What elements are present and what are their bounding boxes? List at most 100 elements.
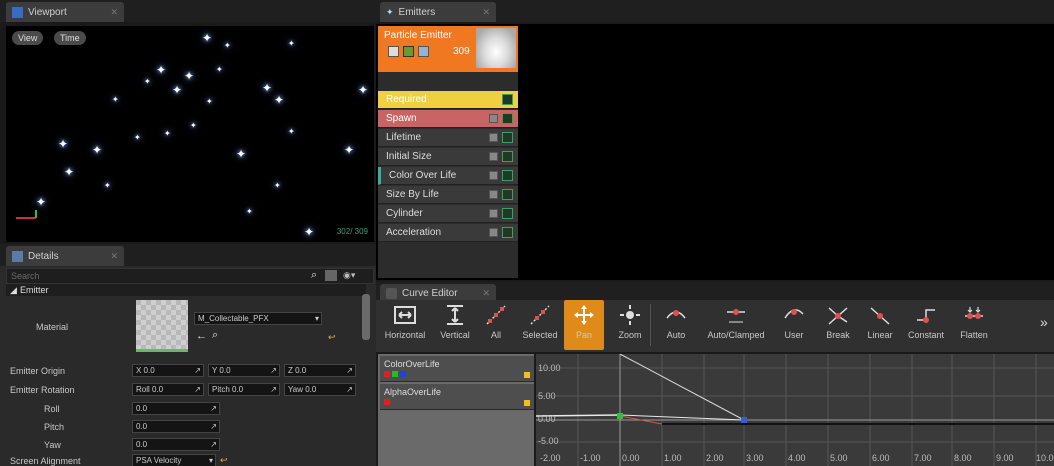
module-spawn[interactable]: Spawn <box>378 110 518 128</box>
particle: ✦ <box>262 81 273 95</box>
time-button[interactable]: Time <box>54 31 86 45</box>
close-icon[interactable]: ✕ <box>482 7 490 18</box>
origin-z-field[interactable]: Z 0.0 ↗ <box>284 364 356 377</box>
curve-item-alpha-over-life[interactable]: AlphaOverLife <box>380 384 534 410</box>
close-icon[interactable]: ✕ <box>482 288 490 299</box>
channel-green-icon[interactable] <box>392 371 398 377</box>
pitch-field[interactable]: 0.0 ↗ <box>132 420 220 433</box>
module-lifetime[interactable]: Lifetime <box>378 129 518 147</box>
curve-toggle-icon[interactable] <box>502 189 513 200</box>
enable-checkbox[interactable] <box>489 228 498 237</box>
origin-x-field[interactable]: X 0.0 ↗ <box>132 364 204 377</box>
particle: ✦ <box>216 65 223 74</box>
tab-details[interactable]: Details ✕ <box>6 246 124 266</box>
yaw-field[interactable]: 0.0 ↗ <box>132 438 220 451</box>
enable-checkbox[interactable] <box>489 171 498 180</box>
module-initial-size[interactable]: Initial Size <box>378 148 518 166</box>
visibility-icon[interactable]: ◉▾ <box>343 270 355 281</box>
origin-y-value: Y 0.0 <box>212 366 231 375</box>
curve-toggle-icon[interactable] <box>502 227 513 238</box>
flatten-icon <box>965 307 983 319</box>
search-input[interactable]: Search ⌕ ◉▾ <box>6 268 374 284</box>
fit-horizontal-button[interactable]: Horizontal <box>383 300 427 350</box>
tab-viewport[interactable]: Viewport ✕ <box>6 2 124 22</box>
curve-toggle-icon[interactable] <box>502 94 513 105</box>
module-acceleration[interactable]: Acceleration <box>378 224 518 242</box>
channel-red-icon[interactable] <box>384 371 390 377</box>
search-icon[interactable]: ⌕ <box>311 269 317 282</box>
curve-toggle-icon[interactable] <box>502 132 513 143</box>
constant-interp-button[interactable]: Constant <box>904 300 948 350</box>
curve-toggle-icon[interactable] <box>524 372 530 378</box>
tool-label: Constant <box>907 330 945 340</box>
tool-label: Pan <box>575 330 592 340</box>
close-icon[interactable]: ✕ <box>110 251 118 262</box>
reset-icon[interactable]: ↩ <box>328 332 336 343</box>
material-dropdown[interactable]: M_Collectable_PFX ▾ <box>194 312 322 325</box>
tab-emitters[interactable]: ✦ Emitters ✕ <box>380 2 496 22</box>
linear-interp-button[interactable]: Linear <box>858 300 902 350</box>
particle: ✦ <box>134 133 141 142</box>
enable-checkbox[interactable] <box>489 133 498 142</box>
origin-y-field[interactable]: Y 0.0 ↗ <box>208 364 280 377</box>
render-mode-icon[interactable] <box>418 46 429 57</box>
fit-selected-button[interactable]: Selected <box>518 300 562 350</box>
emitter-header[interactable]: Particle Emitter 309 <box>378 26 518 72</box>
user-tangent-button[interactable]: User <box>772 300 816 350</box>
module-color-over-life[interactable]: Color Over Life <box>378 167 518 185</box>
enable-checkbox[interactable] <box>489 209 498 218</box>
fit-vertical-button[interactable]: Vertical <box>433 300 477 350</box>
pan-mode-button[interactable]: Pan <box>564 300 604 350</box>
module-size-by-life[interactable]: Size By Life <box>378 186 518 204</box>
rotation-roll-field[interactable]: Roll 0.0 ↗ <box>132 383 204 396</box>
reset-icon[interactable]: ↩ <box>220 455 228 466</box>
tool-label: Auto <box>666 330 686 340</box>
auto-tangent-button[interactable]: Auto <box>654 300 698 350</box>
material-thumbnail[interactable] <box>136 300 188 352</box>
module-cylinder[interactable]: Cylinder <box>378 205 518 223</box>
use-selected-icon[interactable]: ← <box>196 330 207 342</box>
enable-checkbox[interactable] <box>489 152 498 161</box>
enable-checkbox[interactable] <box>489 114 498 123</box>
view-button[interactable]: View <box>12 31 44 45</box>
solo-icon[interactable] <box>403 46 414 57</box>
curve-toggle-icon[interactable] <box>502 113 513 124</box>
zoom-mode-button[interactable]: Zoom <box>608 300 652 350</box>
channel-blue-icon[interactable] <box>400 371 406 377</box>
curve-toggle-icon[interactable] <box>502 208 513 219</box>
close-icon[interactable]: ✕ <box>110 7 118 18</box>
curve-item-color-over-life[interactable]: ColorOverLife <box>380 356 534 382</box>
module-required[interactable]: Required <box>378 91 518 109</box>
emitters-tabbar: ✦ Emitters ✕ <box>376 0 1054 22</box>
details-scrollbar[interactable] <box>362 294 370 340</box>
x-tick-label: 8.00 <box>954 453 972 463</box>
rotation-pitch-field[interactable]: Pitch 0.0 ↗ <box>208 383 280 396</box>
enable-checkbox[interactable] <box>388 46 399 57</box>
module-label: Lifetime <box>386 132 422 143</box>
curve-toggle-icon[interactable] <box>524 400 530 406</box>
axis-gizmo-icon <box>16 210 37 219</box>
emitter-thumbnail <box>476 28 516 68</box>
enable-checkbox[interactable] <box>489 190 498 199</box>
emitter-origin-label: Emitter Origin <box>10 366 66 376</box>
curve-toggle-icon[interactable] <box>502 151 513 162</box>
tool-label: Zoom <box>618 330 642 340</box>
view-options-icon[interactable] <box>325 270 337 281</box>
rotation-yaw-field[interactable]: Yaw 0.0 ↗ <box>284 383 356 396</box>
particle: ✦ <box>64 165 75 179</box>
curve-graph[interactable]: 10.00 5.00 0.00 -5.00 -2.00 -1.00 0.00 1… <box>536 354 1054 466</box>
fit-all-button[interactable]: All <box>474 300 518 350</box>
screen-alignment-dropdown[interactable]: PSA Velocity ▾ <box>132 454 216 466</box>
curve-toggle-icon[interactable] <box>502 170 513 181</box>
toolbar-overflow-icon[interactable]: » <box>1040 314 1048 330</box>
channel-red-icon[interactable] <box>384 399 390 405</box>
roll-field[interactable]: 0.0 ↗ <box>132 402 220 415</box>
browse-icon[interactable]: ⌕ <box>212 329 218 342</box>
section-header-emitter[interactable]: ◢ Emitter <box>6 284 366 296</box>
break-tangent-button[interactable]: Break <box>816 300 860 350</box>
curve-label: AlphaOverLife <box>384 387 442 397</box>
viewport-canvas[interactable]: View Time ✦ ✦ ✦ ✦ ✦ ✦ ✦ ✦ ✦ ✦ ✦ ✦ ✦ ✦ ✦ … <box>6 26 374 242</box>
auto-clamped-button[interactable]: Auto/Clamped <box>702 300 770 350</box>
emitter-count: 309 <box>453 46 470 57</box>
flatten-button[interactable]: Flatten <box>952 300 996 350</box>
